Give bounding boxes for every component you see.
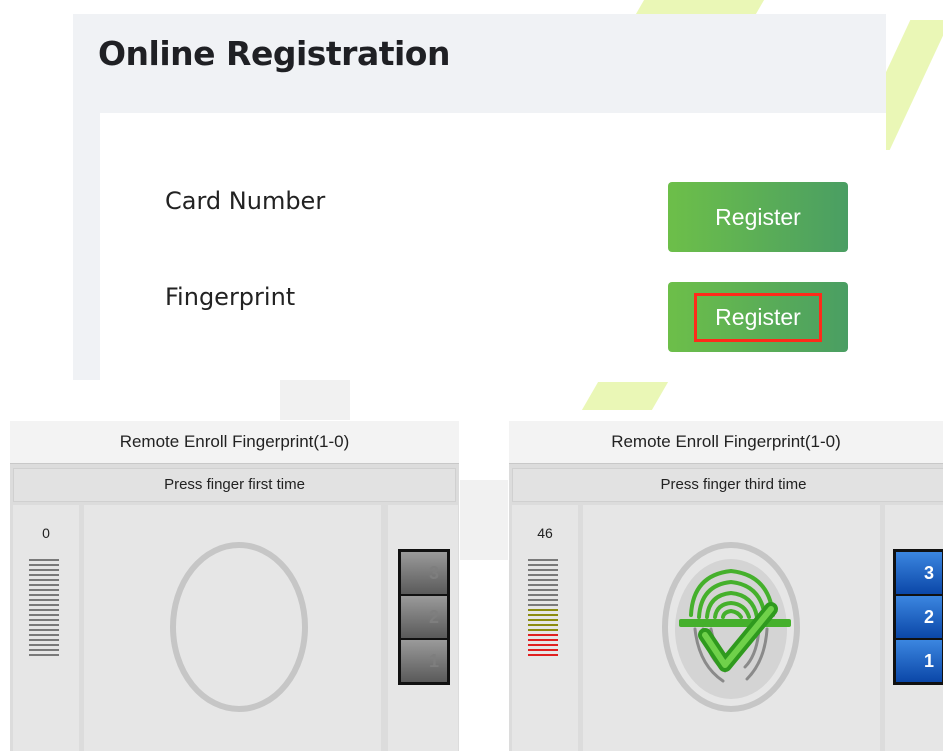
quality-bar xyxy=(528,584,558,586)
fingerprint-display xyxy=(84,505,381,751)
quality-bar xyxy=(528,564,558,566)
fingerprint-ring-icon xyxy=(170,542,308,712)
watermark-shape xyxy=(460,480,508,560)
quality-bar xyxy=(29,639,59,641)
quality-bar xyxy=(29,574,59,576)
fingerprint-check-icon xyxy=(662,542,800,712)
quality-bar xyxy=(29,604,59,606)
enroll-steps: 3 2 1 xyxy=(398,549,450,685)
quality-bar xyxy=(528,569,558,571)
step-3: 3 xyxy=(401,552,447,594)
quality-bar xyxy=(528,609,558,611)
register-button-label: Register xyxy=(694,292,822,342)
quality-bar xyxy=(528,614,558,616)
quality-score: 0 xyxy=(42,525,50,541)
register-button-label: Register xyxy=(715,203,801,230)
quality-bar xyxy=(29,589,59,591)
enroll-steps: 3 2 1 xyxy=(893,549,943,685)
quality-bar xyxy=(29,654,59,656)
quality-bar xyxy=(29,584,59,586)
step-2: 2 xyxy=(896,596,942,638)
watermark-shape xyxy=(635,0,765,14)
step-3: 3 xyxy=(896,552,942,594)
quality-bar xyxy=(528,574,558,576)
quality-bar xyxy=(528,619,558,621)
quality-bar xyxy=(528,604,558,606)
watermark-shape xyxy=(280,380,350,420)
enroll-instruction: Press finger third time xyxy=(512,468,943,502)
step-2: 2 xyxy=(401,596,447,638)
quality-bar-panel: 0 xyxy=(13,505,79,751)
quality-bar xyxy=(528,594,558,596)
page-title: Online Registration xyxy=(98,34,450,73)
enroll-window-first: Remote Enroll Fingerprint(1-0) Press fin… xyxy=(10,421,459,751)
quality-bar xyxy=(528,644,558,646)
quality-bar xyxy=(29,599,59,601)
enroll-step-panel: 3 2 1 xyxy=(885,505,943,751)
quality-bar xyxy=(29,629,59,631)
registration-card: Card Number Register Fingerprint Registe… xyxy=(100,113,886,380)
quality-bar xyxy=(29,609,59,611)
quality-bar xyxy=(29,634,59,636)
quality-bar xyxy=(29,614,59,616)
quality-bar xyxy=(29,559,59,561)
online-registration-panel: Online Registration Card Number Register… xyxy=(73,14,886,380)
quality-bar xyxy=(29,569,59,571)
enroll-instruction: Press finger first time xyxy=(13,468,456,502)
enroll-window-third: Remote Enroll Fingerprint(1-0) Press fin… xyxy=(509,421,943,751)
fingerprint-display xyxy=(583,505,880,751)
quality-bar xyxy=(528,634,558,636)
quality-bar xyxy=(528,649,558,651)
quality-bar xyxy=(29,644,59,646)
quality-bar xyxy=(29,649,59,651)
quality-bar-panel: 46 xyxy=(512,505,578,751)
step-1: 1 xyxy=(401,640,447,682)
fingerprint-label: Fingerprint xyxy=(165,283,296,311)
fingerprint-register-button[interactable]: Register xyxy=(668,282,848,352)
enroll-window-title: Remote Enroll Fingerprint(1-0) xyxy=(10,421,459,464)
card-number-label: Card Number xyxy=(165,187,326,215)
enroll-window-title: Remote Enroll Fingerprint(1-0) xyxy=(509,421,943,464)
quality-bar xyxy=(528,589,558,591)
quality-bar xyxy=(29,564,59,566)
watermark-shape xyxy=(581,382,669,410)
step-1: 1 xyxy=(896,640,942,682)
quality-bar xyxy=(29,579,59,581)
quality-bars xyxy=(29,559,59,659)
card-number-register-button[interactable]: Register xyxy=(668,182,848,252)
quality-bar xyxy=(528,639,558,641)
quality-bar xyxy=(528,559,558,561)
enroll-step-panel: 3 2 1 xyxy=(388,505,458,751)
quality-bar xyxy=(528,579,558,581)
quality-bar xyxy=(528,654,558,656)
quality-bar xyxy=(29,624,59,626)
quality-bars xyxy=(528,559,558,659)
quality-bar xyxy=(29,619,59,621)
quality-bar xyxy=(528,629,558,631)
quality-bar xyxy=(528,624,558,626)
quality-score: 46 xyxy=(537,525,553,541)
quality-bar xyxy=(528,599,558,601)
quality-bar xyxy=(29,594,59,596)
